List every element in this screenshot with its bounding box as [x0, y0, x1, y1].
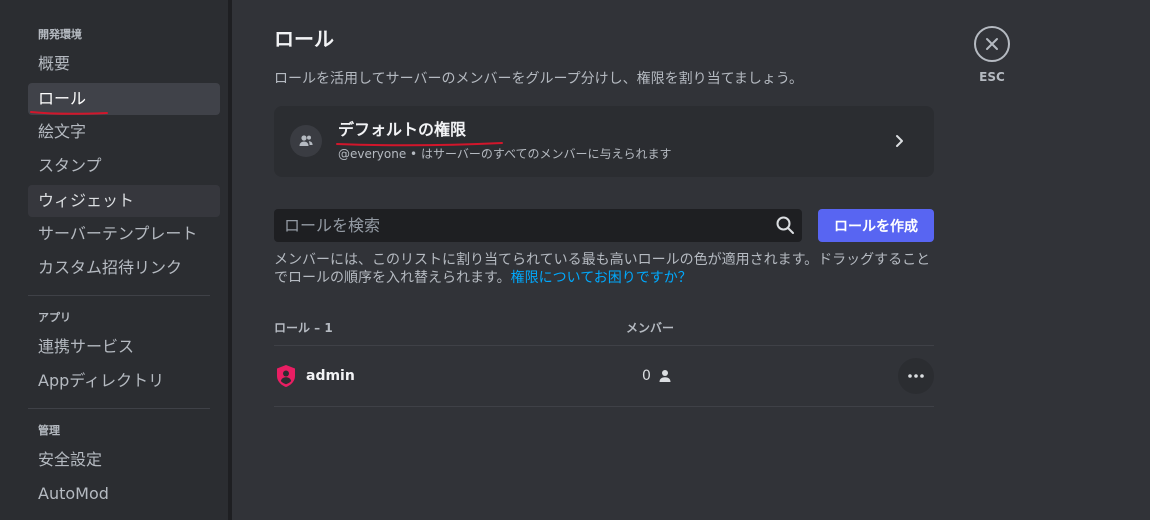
create-role-button[interactable]: ロールを作成 — [818, 209, 934, 242]
default-permissions-subtitle: @everyone • はサーバーのすべてのメンバーに与えられます — [338, 147, 672, 161]
default-permissions-card[interactable]: デフォルトの権限 @everyone • はサーバーのすべてのメンバーに与えられ… — [274, 106, 934, 177]
sidebar-item-stickers[interactable]: スタンプ — [28, 150, 220, 182]
settings-sidebar: 開発環境 概要 ロール 絵文字 スタンプ ウィジェット サーバーテンプレート カ… — [0, 0, 230, 520]
role-search-input[interactable] — [274, 209, 802, 242]
role-info-text: メンバーには、このリストに割り当てられている最も高いロールの色が適用されます。ド… — [274, 251, 938, 287]
members-icon — [290, 125, 322, 157]
sidebar-item-overview[interactable]: 概要 — [28, 48, 220, 80]
permissions-help-link[interactable]: 権限についてお困りですか？ — [511, 270, 692, 286]
sidebar-item-server-template[interactable]: サーバーテンプレート — [28, 218, 220, 250]
column-header-roles: ロール – 1 — [274, 321, 333, 335]
esc-label: ESC — [979, 70, 1005, 84]
sidebar-item-safety[interactable]: 安全設定 — [28, 444, 220, 476]
section-header-dev: 開発環境 — [38, 28, 82, 41]
sidebar-item-widget[interactable]: ウィジェット — [28, 185, 220, 217]
page-description: ロールを活用してサーバーのメンバーをグループ分けし、権限を割り当てましょう。 — [274, 71, 804, 87]
settings-app: 開発環境 概要 ロール 絵文字 スタンプ ウィジェット サーバーテンプレート カ… — [0, 0, 1150, 520]
page-title: ロール — [274, 27, 334, 51]
close-icon — [986, 38, 998, 50]
sidebar-divider — [28, 295, 210, 296]
role-shield-icon — [277, 365, 295, 387]
column-header-members: メンバー — [626, 321, 675, 335]
person-icon — [659, 370, 671, 382]
table-divider — [274, 345, 934, 346]
sidebar-item-app-directory[interactable]: Appディレクトリ — [28, 365, 220, 397]
default-permissions-title: デフォルトの権限 — [338, 120, 467, 139]
sidebar-item-custom-invite[interactable]: カスタム招待リンク — [28, 252, 220, 284]
sidebar-item-integrations[interactable]: 連携サービス — [28, 331, 220, 363]
roles-page: ロール ロールを活用してサーバーのメンバーをグループ分けし、権限を割り当てましょ… — [232, 0, 1150, 520]
more-horizontal-icon — [908, 374, 924, 378]
sidebar-item-automod[interactable]: AutoMod — [28, 478, 220, 510]
section-header-apps: アプリ — [38, 311, 71, 324]
role-more-options-button[interactable] — [898, 358, 934, 394]
role-name: admin — [306, 368, 355, 384]
role-member-count: 0 — [642, 368, 651, 384]
close-button[interactable] — [974, 26, 1010, 62]
table-divider — [274, 406, 934, 407]
section-header-moderation: 管理 — [38, 424, 60, 437]
search-icon — [776, 216, 794, 234]
sidebar-divider — [28, 408, 210, 409]
chevron-right-icon — [896, 135, 903, 147]
sidebar-item-emoji[interactable]: 絵文字 — [28, 116, 220, 148]
